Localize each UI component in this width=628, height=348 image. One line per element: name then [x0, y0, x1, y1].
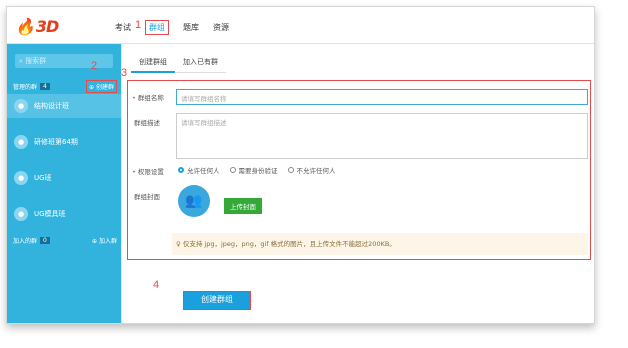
nav-resources[interactable]: 资源: [213, 22, 229, 35]
radio-checked-icon: [178, 167, 184, 173]
perm-label-text: 权限设置: [137, 168, 164, 176]
annotation-marker-1: 1: [135, 19, 142, 31]
tab-join-existing[interactable]: 加入已有群: [175, 53, 226, 73]
sidebar-divider: [121, 44, 122, 323]
sidebar-item-label: 结构设计班: [34, 102, 69, 110]
upload-hint: ♀ 仅支持 jpg，jpeg，png，gif 格式的图片，且上传文件不能超过20…: [172, 233, 588, 255]
permission-radio-group: 允许任何人 需要身份验证 不允许任何人: [178, 165, 336, 175]
required-marker: •: [132, 94, 136, 102]
annotation-marker-4: 4: [153, 279, 160, 291]
logo: 🔥 3D: [15, 17, 59, 36]
search-placeholder: 搜索群: [25, 57, 47, 65]
sidebar-item-label: UG模具班: [34, 210, 66, 218]
group-avatar-icon: ●: [14, 99, 28, 113]
create-group-form: • 群组名称 请填写群组名称 群组描述 请填写群组描述 • 权限设置 允许任何人 需…: [127, 80, 591, 260]
nav-exam[interactable]: 考试: [115, 22, 131, 35]
sidebar-item-ug[interactable]: ● UG班: [7, 166, 121, 190]
group-avatar-icon: ●: [14, 135, 28, 149]
create-group-label: 创建群: [95, 84, 114, 91]
group-avatar-icon: ●: [14, 207, 28, 221]
radio-unchecked-icon: [229, 167, 236, 173]
app-window: 🔥 3D 考试 群组 题库 资源 1 ⌕ 搜索群 管理的群 4 ⊕ 创建群 ● 结构…: [6, 6, 595, 324]
upload-cover-button[interactable]: 上传封面: [224, 198, 262, 214]
managed-groups-label: 管理的群: [13, 84, 38, 91]
sidebar-item-ug-mold[interactable]: ● UG模具班: [7, 202, 121, 226]
sidebar-item-label: 研修班第64期: [34, 138, 78, 146]
required-marker: •: [132, 168, 136, 176]
radio-require-verification[interactable]: 需要身份验证: [229, 165, 278, 175]
tab-create-group[interactable]: 创建群组: [131, 53, 175, 73]
group-name-input[interactable]: 请填写群组名称: [176, 89, 588, 105]
sidebar-item-seminar-64[interactable]: ● 研修班第64期: [7, 130, 121, 154]
join-group-label: 加入群: [98, 238, 117, 245]
radio-allow-none[interactable]: 不允许任何人: [287, 165, 336, 175]
desc-label: 群组描述: [134, 119, 160, 127]
annotation-marker-2: 2: [91, 60, 98, 72]
radio-label: 需要身份验证: [238, 167, 278, 175]
radio-allow-anyone[interactable]: 允许任何人: [178, 165, 220, 175]
managed-groups-header: 管理的群 4 ⊕ 创建群: [13, 80, 117, 93]
nav-group[interactable]: 群组: [145, 20, 169, 35]
name-label-text: 群组名称: [137, 94, 164, 102]
sub-tabs: 创建群组 加入已有群: [131, 53, 226, 73]
joined-groups-label: 加入的群: [13, 238, 38, 245]
sidebar: ⌕ 搜索群 管理的群 4 ⊕ 创建群 ● 结构设计班 ● 研修班第64期 ● UG班 …: [7, 44, 121, 323]
hint-text: 仅支持 jpg，jpeg，png，gif 格式的图片，且上传文件不能超过200K…: [182, 240, 396, 248]
nav-question-bank[interactable]: 题库: [183, 22, 199, 35]
cover-label: 群组封面: [134, 193, 160, 201]
joined-count-badge: 0: [40, 237, 50, 244]
radio-label: 不允许任何人: [296, 167, 336, 175]
sidebar-item-label: UG班: [34, 174, 52, 182]
logo-text: 3D: [35, 17, 59, 36]
group-description-textarea[interactable]: 请填写群组描述: [176, 113, 588, 159]
bulb-icon: ♀: [176, 240, 183, 248]
join-group-link[interactable]: ⊕ 加入群: [92, 236, 117, 245]
top-nav: 考试 群组 题库 资源: [115, 20, 229, 35]
flame-icon: 🔥: [15, 17, 35, 36]
group-cover-image: 👥: [178, 185, 210, 217]
group-people-icon: 👥: [185, 193, 203, 209]
radio-label: 允许任何人: [187, 167, 220, 175]
sidebar-search-input[interactable]: ⌕ 搜索群: [15, 54, 113, 68]
perm-label: • 权限设置: [132, 166, 164, 176]
annotation-marker-3: 3: [121, 67, 128, 79]
name-label: • 群组名称: [132, 92, 164, 102]
create-group-button[interactable]: 创建群组: [183, 291, 251, 310]
group-avatar-icon: ●: [14, 171, 28, 185]
create-group-link[interactable]: ⊕ 创建群: [86, 80, 117, 93]
joined-groups-header: 加入的群 0 ⊕ 加入群: [13, 236, 117, 245]
radio-unchecked-icon: [287, 167, 294, 173]
sidebar-item-structure-design[interactable]: ● 结构设计班: [7, 94, 121, 118]
managed-count-badge: 4: [40, 83, 50, 90]
